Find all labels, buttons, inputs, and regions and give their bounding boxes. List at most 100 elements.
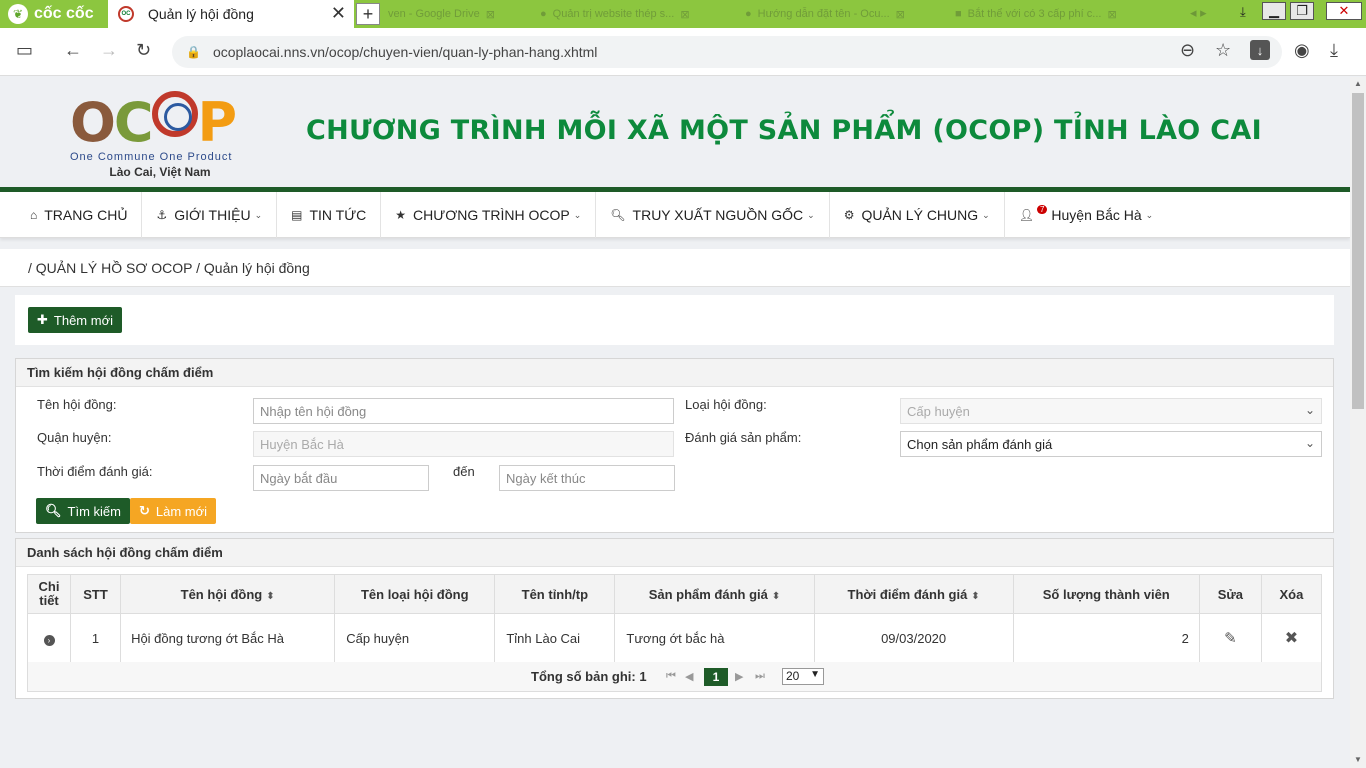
download-extension-icon[interactable]: ↓ — [1250, 40, 1270, 60]
end-date-input[interactable]: Ngày kết thúc — [499, 465, 675, 491]
page-scrollbar[interactable]: ▲ ▼ — [1350, 77, 1366, 768]
product-select[interactable]: Chọn sản phẩm đánh giá ⌄ — [900, 431, 1322, 457]
coccoc-logo-icon: ❦ — [8, 4, 28, 24]
notification-badge: 7 — [1036, 204, 1048, 214]
close-window-button[interactable]: ✕ — [1326, 2, 1362, 20]
prev-page-icon[interactable]: ◀ — [685, 670, 693, 683]
edit-icon[interactable]: ✎ — [1198, 613, 1262, 663]
sort-icon[interactable]: ⬍ — [971, 591, 979, 602]
browser-toolbar: ▭ ← → ↻ 🔒 ocoplaocai.nns.vn/ocop/chuyen-… — [0, 28, 1366, 76]
current-page-button[interactable]: 1 — [704, 668, 728, 686]
col-council-name[interactable]: Tên hội đồng ⬍ — [120, 574, 336, 614]
row-evaluation-date: 09/03/2020 — [813, 613, 1014, 663]
row-council-name: Hội đồng tương ớt Bắc Hà — [120, 613, 336, 663]
action-panel: ✚ Thêm mới — [15, 295, 1334, 345]
background-tab[interactable]: ● Quản trị website thép s... ⊠ — [540, 4, 690, 24]
add-new-button[interactable]: ✚ Thêm mới — [28, 307, 122, 333]
total-records: Tổng số bản ghi: 1 — [531, 669, 647, 684]
search-panel: Tìm kiếm hội đồng chấm điểm Tên hội đồng… — [15, 358, 1334, 533]
forward-arrow-icon[interactable]: → — [100, 40, 118, 61]
menu-item-news[interactable]: ▤ TIN TỨC — [277, 192, 382, 238]
chevron-down-icon: ⌄ — [982, 209, 990, 220]
chevron-down-icon: ▼ — [810, 669, 820, 680]
scroll-up-icon[interactable]: ▲ — [1354, 79, 1362, 88]
scroll-down-icon[interactable]: ▼ — [1354, 755, 1362, 764]
menu-item-home[interactable]: ⌂ TRANG CHỦ — [0, 192, 143, 238]
browser-brand-label: cốc cốc — [34, 5, 94, 22]
chevron-down-icon: ⌄ — [1304, 403, 1315, 417]
menu-item-management[interactable]: ⚙ QUẢN LÝ CHUNG ⌄ — [830, 192, 1005, 238]
sort-icon[interactable]: ⬍ — [266, 591, 274, 602]
user-icon: 👤︎ — [1018, 208, 1034, 222]
background-tab[interactable]: ven - Google Drive ⊠ — [388, 4, 495, 24]
council-type-select[interactable]: Cấp huyện ⌄ — [900, 398, 1322, 424]
sidebar-toggle-icon[interactable]: ▭ — [16, 40, 33, 61]
first-page-icon[interactable]: ⏮ — [666, 670, 676, 683]
col-detail: Chi tiết — [26, 574, 72, 614]
pagination: Tổng số bản ghi: 1 ⏮ ◀ 1 ▶ ⏭ 20 ▼ — [27, 662, 1322, 692]
search-button[interactable]: 🔍︎ Tìm kiếm — [36, 498, 130, 524]
col-council-type: Tên loại hội đồng — [334, 574, 496, 614]
row-stt: 1 — [70, 613, 122, 663]
ocop-logo[interactable]: OC P One Commune One Product Lào Cai, Việ… — [70, 91, 250, 179]
reload-icon[interactable]: ↻ — [136, 40, 151, 61]
menu-item-about[interactable]: ⚓ GIỚI THIỆU ⌄ — [142, 192, 278, 238]
chevron-down-icon: ⌄ — [1304, 436, 1315, 450]
table-row: › 1 Hội đồng tương ớt Bắc Hà Cấp huyện T… — [26, 613, 1323, 663]
last-page-icon[interactable]: ⏭ — [755, 670, 765, 683]
evaluation-time-label: Thời điểm đánh giá: — [37, 464, 153, 479]
new-tab-button[interactable]: + — [356, 3, 380, 25]
menu-item-program[interactable]: ★ CHƯƠNG TRÌNH OCOP ⌄ — [381, 192, 597, 238]
chevron-down-icon: ⌄ — [807, 209, 815, 220]
plus-icon: ✚ — [37, 312, 48, 327]
logo-location: Lào Cai, Việt Nam — [109, 165, 211, 179]
start-date-input[interactable]: Ngày bắt đầu — [253, 465, 429, 491]
background-tab[interactable]: ■ Bắt thể với có 3 cấp phí c... ⊠ — [955, 4, 1117, 24]
col-province: Tên tỉnh/tp — [494, 574, 616, 614]
menu-item-traceability[interactable]: 🔍︎ TRUY XUẤT NGUỒN GỐC ⌄ — [596, 192, 830, 238]
council-type-label: Loại hội đồng: — [685, 397, 767, 412]
list-panel-title: Danh sách hội đồng chấm điểm — [16, 539, 1333, 567]
expand-row-icon[interactable]: › — [26, 613, 72, 663]
logo-tagline: One Commune One Product — [70, 151, 233, 163]
chevron-down-icon: ⌄ — [1145, 209, 1154, 220]
reset-button[interactable]: ↻ Làm mới — [130, 498, 217, 524]
to-label: đến — [453, 464, 475, 479]
tab-scroll-icon[interactable]: ◂ ▸ — [1190, 5, 1207, 21]
chevron-down-icon: ⌄ — [254, 209, 263, 220]
scrollbar-thumb[interactable] — [1352, 93, 1364, 409]
restore-window-button[interactable]: ❐ — [1290, 2, 1314, 20]
main-menu: ⌂ TRANG CHỦ ⚓ GIỚI THIỆU ⌄ ▤ TIN TỨC ★ CHƯƠNG… — [0, 192, 1350, 238]
col-stt: STT — [70, 574, 122, 614]
col-evaluation-date[interactable]: Thời điểm đánh giá ⬍ — [813, 574, 1014, 614]
zoom-out-icon[interactable]: ⊖ — [1180, 40, 1195, 61]
next-page-icon[interactable]: ▶ — [735, 670, 743, 683]
downloads-icon[interactable]: ⤓ — [1330, 40, 1338, 61]
council-table: Chi tiết STT Tên hội đồng ⬍ Tên loại hội … — [26, 574, 1323, 663]
back-arrow-icon[interactable]: ← — [64, 40, 82, 61]
profile-icon[interactable]: ◉ — [1294, 40, 1310, 61]
address-bar[interactable]: 🔒 ocoplaocai.nns.vn/ocop/chuyen-vien/qua… — [172, 36, 1282, 68]
district-input[interactable]: Huyện Bắc Hà — [253, 431, 674, 457]
breadcrumb-text[interactable]: / QUẢN LÝ HỒ SƠ OCOP / Quản lý hội đồng — [28, 260, 310, 276]
background-tab[interactable]: ● Hướng dẫn đặt tên - Ocu... ⊠ — [745, 4, 905, 24]
search-panel-title: Tìm kiếm hội đồng chấm điểm — [16, 359, 1333, 387]
menu-item-user[interactable]: 👤︎ 7 Huyện Bắc Hà ⌄ — [1005, 192, 1168, 238]
col-member-count: Số lượng thành viên — [1012, 574, 1200, 614]
search-icon: 🔍︎ — [45, 503, 62, 518]
page-size-select[interactable]: 20 ▼ — [782, 668, 824, 685]
browser-tabbar: ❦ cốc cốc OC Quản lý hội đồng ✕ + ven - G… — [0, 0, 1366, 28]
council-name-input[interactable]: Nhập tên hội đồng — [253, 398, 674, 424]
active-tab[interactable]: OC Quản lý hội đồng ✕ — [108, 0, 354, 28]
breadcrumb: / QUẢN LÝ HỒ SƠ OCOP / Quản lý hội đồng — [0, 249, 1350, 287]
browser-brand[interactable]: ❦ cốc cốc — [0, 0, 105, 28]
sort-icon[interactable]: ⬍ — [772, 591, 780, 602]
council-name-label: Tên hội đồng: — [37, 397, 117, 412]
minimize-tray-icon[interactable]: ⤓ — [1240, 4, 1246, 20]
col-product[interactable]: Sản phẩm đánh giá ⬍ — [614, 574, 815, 614]
close-tab-icon[interactable]: ✕ — [331, 3, 346, 24]
delete-icon[interactable]: ✖ — [1260, 613, 1323, 663]
bookmark-star-icon[interactable]: ☆ — [1215, 40, 1231, 61]
minimize-window-button[interactable]: ▁ — [1262, 2, 1286, 20]
district-label: Quận huyện: — [37, 430, 112, 445]
